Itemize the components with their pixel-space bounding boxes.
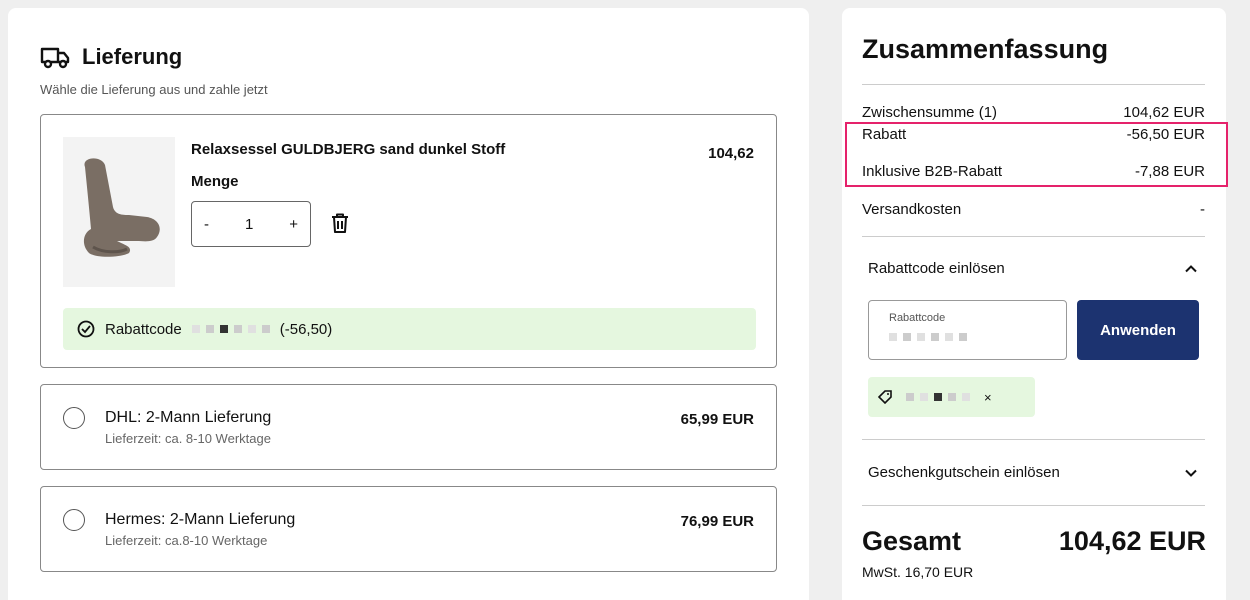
shipping-option-dhl[interactable]: DHL: 2-Mann Lieferung Lieferzeit: ca. 8-… <box>40 384 777 470</box>
radio-button[interactable] <box>63 407 85 429</box>
quantity-value[interactable]: 1 <box>245 216 253 233</box>
code-field-label: Rabattcode <box>889 312 946 324</box>
shipping-name: Hermes: 2-Mann Lieferung <box>105 511 296 528</box>
pixelated-promo-code <box>191 325 270 333</box>
tag-icon <box>878 390 892 404</box>
quantity-label: Menge <box>191 173 239 190</box>
shipping-cost-value: - <box>1200 201 1205 218</box>
subtotal-value: 104,62 EUR <box>1123 104 1205 121</box>
total-value: 104,62 EUR <box>1058 526 1206 556</box>
chevron-down-icon[interactable] <box>1184 466 1198 480</box>
quantity-stepper: - 1 + <box>191 201 311 247</box>
radio-button[interactable] <box>63 509 85 531</box>
shipping-time: Lieferzeit: ca. 8-10 Werktage <box>105 431 271 446</box>
apply-button[interactable]: Anwenden <box>1077 300 1199 360</box>
total-label: Gesamt <box>862 526 962 556</box>
armchair-image <box>83 158 160 257</box>
applied-promo-banner: Rabattcode (-56,50) <box>63 308 756 350</box>
gift-card-label: Geschenkgutschein einlösen <box>868 464 1060 481</box>
subtotal-row: Zwischensumme (1) 104,62 EUR <box>862 104 1205 121</box>
redeem-code-toggle[interactable]: Rabattcode einlösen <box>868 260 1198 277</box>
product-price: 104,62 <box>708 145 754 162</box>
summary-title: Zusammenfassung <box>862 34 1109 64</box>
delivery-header: Lieferung <box>40 44 182 70</box>
gift-card-toggle[interactable]: Geschenkgutschein einlösen <box>868 464 1198 481</box>
divider <box>862 84 1205 85</box>
shipping-option-hermes[interactable]: Hermes: 2-Mann Lieferung Lieferzeit: ca.… <box>40 486 777 572</box>
applied-code-tag: × <box>868 377 1035 417</box>
pixelated-code-value <box>889 333 967 341</box>
redeem-code-label: Rabattcode einlösen <box>868 260 1005 277</box>
divider <box>862 236 1205 237</box>
divider <box>862 439 1205 440</box>
delivery-title: Lieferung <box>82 44 183 69</box>
promo-amount: (-56,50) <box>279 320 333 338</box>
increase-button[interactable]: + <box>289 216 298 233</box>
truck-icon <box>40 47 70 69</box>
discount-code-input[interactable]: Rabattcode <box>868 300 1067 360</box>
check-circle-icon <box>77 320 95 338</box>
shipping-cost-label: Versandkosten <box>862 201 962 218</box>
shipping-time: Lieferzeit: ca.8-10 Werktage <box>105 533 268 548</box>
product-box: Relaxsessel GULDBJERG sand dunkel Stoff … <box>40 114 777 368</box>
shipping-price: 76,99 EUR <box>680 513 754 530</box>
shipping-price: 65,99 EUR <box>680 411 754 428</box>
promo-prefix: Rabattcode <box>105 320 182 338</box>
product-image <box>63 137 175 287</box>
trash-icon[interactable] <box>331 213 349 233</box>
summary-panel: Zusammenfassung Zwischensumme (1) 104,62… <box>842 8 1228 600</box>
product-name[interactable]: Relaxsessel GULDBJERG sand dunkel Stoff <box>191 141 505 158</box>
vat-text: MwSt. 16,70 EUR <box>862 564 974 580</box>
divider <box>862 505 1205 506</box>
highlight-annotation <box>845 122 1228 187</box>
shipping-cost-row: Versandkosten - <box>862 201 1205 218</box>
subtotal-label: Zwischensumme (1) <box>862 104 998 121</box>
remove-code-button[interactable]: × <box>984 390 992 405</box>
pixelated-tag-code <box>906 393 970 401</box>
delivery-subtitle: Wähle die Lieferung aus und zahle jetzt <box>40 82 268 97</box>
shipping-name: DHL: 2-Mann Lieferung <box>105 409 272 426</box>
decrease-button[interactable]: - <box>204 216 209 233</box>
chevron-up-icon[interactable] <box>1184 262 1198 276</box>
